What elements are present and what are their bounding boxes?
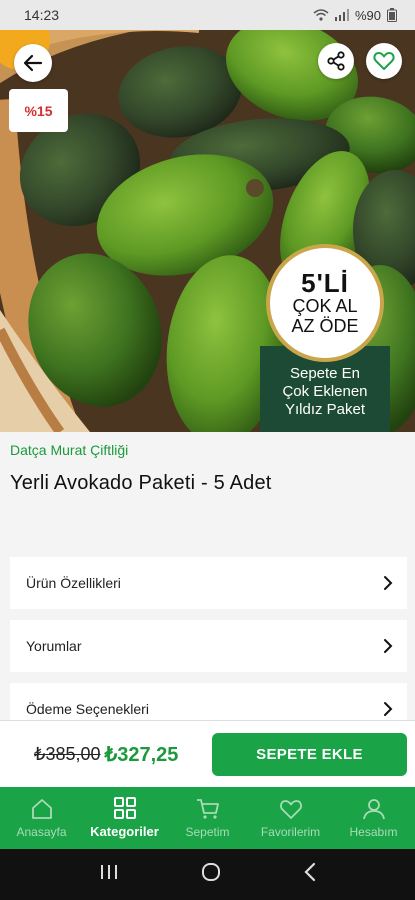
battery-icon <box>387 8 397 22</box>
price-bar: ₺385,00 ₺327,25 SEPETE EKLE <box>0 720 415 787</box>
section-label: Ürün Özellikleri <box>26 575 121 591</box>
promo-box-line1: Sepete En <box>289 365 361 382</box>
chevron-right-icon <box>384 702 393 716</box>
product-image[interactable]: %15 5'Lİ ÇOK AL AZ ÖDE Sepete En Çok Ekl… <box>0 30 415 432</box>
signal-icon <box>334 9 349 21</box>
brand-link[interactable]: Datça Murat Çiftliği <box>10 442 405 458</box>
nav-label: Sepetim <box>185 824 230 839</box>
wifi-icon <box>313 9 329 21</box>
recent-apps-icon[interactable] <box>99 863 119 886</box>
promo-box-line2: Çok Eklenen <box>282 383 368 400</box>
share-button[interactable] <box>318 43 354 79</box>
nav-label: Anasayfa <box>16 824 67 839</box>
status-bar: 14:23 %90 <box>0 0 415 30</box>
home-button-icon[interactable] <box>200 861 222 888</box>
section-label: Yorumlar <box>26 638 82 654</box>
section-product-features[interactable]: Ürün Özellikleri <box>10 557 407 609</box>
chevron-right-icon <box>384 576 393 590</box>
promo-line1: ÇOK AL <box>292 296 358 316</box>
chevron-right-icon <box>384 639 393 653</box>
nav-label: Kategoriler <box>90 824 159 839</box>
promo-box-line3: Yıldız Paket <box>284 401 366 418</box>
nav-account[interactable]: Hesabım <box>332 787 415 849</box>
nav-categories[interactable]: Kategoriler <box>83 787 166 849</box>
discount-badge: %15 <box>9 89 68 132</box>
promo-line2: AZ ÖDE <box>291 316 359 336</box>
nav-label: Favorilerim <box>260 824 321 839</box>
nav-label: Hesabım <box>349 824 398 839</box>
user-icon <box>362 798 385 819</box>
promo-badge: 5'Lİ ÇOK AL AZ ÖDE <box>266 244 384 362</box>
promo-count: 5'Lİ <box>301 268 349 298</box>
arrow-left-icon <box>23 54 43 72</box>
old-price: ₺385,00 <box>34 743 101 764</box>
product-info: Datça Murat Çiftliği Yerli Avokado Paket… <box>0 432 415 552</box>
grid-icon <box>113 797 136 819</box>
battery-text: %90 <box>354 7 381 23</box>
nav-home[interactable]: Anasayfa <box>0 787 83 849</box>
section-reviews[interactable]: Yorumlar <box>10 620 407 672</box>
nav-favorites[interactable]: Favorilerim <box>249 787 332 849</box>
share-icon <box>327 51 345 71</box>
heart-outline-icon <box>373 52 395 70</box>
favorite-button[interactable] <box>366 43 402 79</box>
new-price: ₺327,25 <box>104 743 179 766</box>
cart-icon <box>196 798 219 819</box>
system-nav-bar <box>0 849 415 900</box>
status-time: 14:23 <box>24 7 60 23</box>
product-title: Yerli Avokado Paketi - 5 Adet <box>10 472 272 494</box>
bottom-nav: Anasayfa Kategoriler Sepetim Favorilerim… <box>0 787 415 849</box>
heart-icon <box>279 799 302 819</box>
add-to-cart-button[interactable]: SEPETE EKLE <box>212 733 407 776</box>
back-nav-icon[interactable] <box>303 862 317 887</box>
section-label: Ödeme Seçenekleri <box>26 701 149 717</box>
nav-cart[interactable]: Sepetim <box>166 787 249 849</box>
back-button[interactable] <box>14 44 52 82</box>
home-icon <box>31 798 52 819</box>
